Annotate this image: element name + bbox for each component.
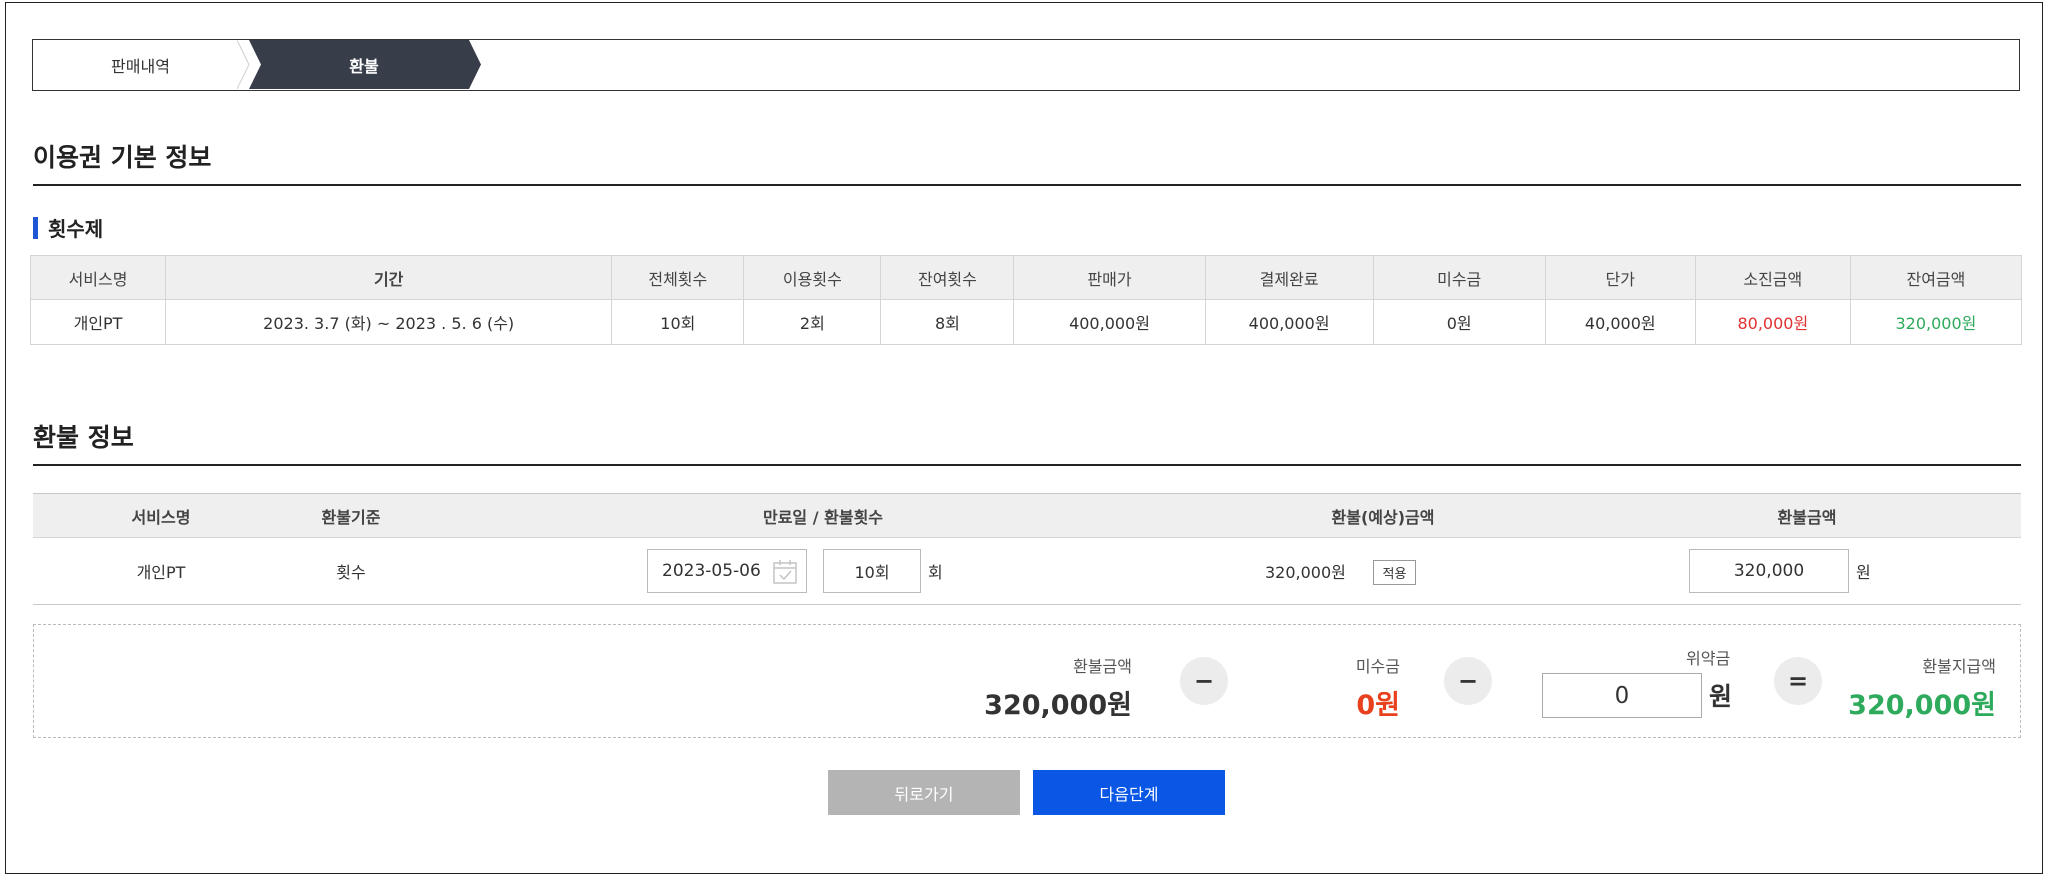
header-period: 기간	[165, 255, 613, 300]
cell-sale-price: 400,000원	[1013, 299, 1206, 345]
penalty-input[interactable]: 0	[1542, 673, 1702, 718]
header-refund-amount: 환불금액	[1777, 507, 1837, 527]
refund-info-divider	[33, 464, 2021, 466]
back-button[interactable]: 뒤로가기	[828, 770, 1020, 815]
cell-consumed-amount: 80,000원	[1694, 299, 1851, 345]
summary-payout-value: 320,000원	[1848, 690, 1996, 721]
header-used-count: 이용횟수	[743, 255, 882, 300]
header-sale-price: 판매가	[1013, 255, 1206, 300]
header-unpaid: 미수금	[1372, 255, 1546, 300]
calendar-icon[interactable]	[772, 559, 798, 585]
step-refund[interactable]: 환불	[249, 40, 479, 89]
refund-info-title: 환불 정보	[33, 423, 134, 452]
table-row: 개인PT 횟수 2023-05-06 10회 회 320,000원 적용 320…	[33, 538, 2021, 605]
estimated-amount: 320,000원	[1265, 563, 1346, 582]
cell-paid: 400,000원	[1204, 299, 1374, 345]
ticket-info-title: 이용권 기본 정보	[33, 143, 212, 172]
cell-remaining-count: 8회	[880, 299, 1015, 345]
table-header-row: 서비스명 기간 전체횟수 이용횟수 잔여횟수 판매가 결제완료 미수금 단가 소…	[29, 255, 2023, 300]
step-indicator: 판매내역 환불	[32, 39, 2020, 91]
minus-icon: −	[1444, 657, 1492, 705]
summary-refund-label: 환불금액	[1073, 657, 1132, 676]
page-frame	[5, 2, 2043, 874]
header-basis: 환불기준	[321, 507, 381, 527]
cell-unpaid: 0원	[1372, 299, 1546, 345]
header-paid: 결제완료	[1204, 255, 1374, 300]
header-service: 서비스명	[29, 255, 167, 300]
subtitle-accent-bar	[33, 216, 38, 239]
refund-amount-unit: 원	[1856, 563, 1871, 582]
summary-penalty-label: 위약금	[1686, 649, 1731, 668]
minus-icon: −	[1180, 657, 1228, 705]
refund-info-table: 서비스명 환불기준 만료일 / 환불횟수 환불(예상)금액 환불금액 개인PT …	[33, 493, 2021, 605]
subtitle-text: 횟수제	[48, 217, 104, 241]
summary-unpaid-value: 0원	[1356, 690, 1400, 721]
cell-remaining-amount: 320,000원	[1849, 299, 2023, 345]
ticket-info-divider	[33, 184, 2021, 186]
cell-basis: 횟수	[336, 563, 366, 582]
refund-amount-input[interactable]: 320,000	[1689, 549, 1849, 593]
cell-used-count: 2회	[743, 299, 882, 345]
summary-payout: 환불지급액 320,000원	[1848, 653, 1996, 722]
refund-count-unit: 회	[928, 563, 943, 582]
header-remaining-amount: 잔여금액	[1849, 255, 2023, 300]
expiry-date-input[interactable]: 2023-05-06	[647, 549, 807, 593]
cell-service: 개인PT	[136, 563, 186, 582]
summary-unpaid: 미수금 0원	[1356, 653, 1400, 722]
refund-table-header: 서비스명 환불기준 만료일 / 환불횟수 환불(예상)금액 환불금액	[33, 493, 2021, 538]
refund-summary: 환불금액 320,000원 − 미수금 0원 − 위약금 0 원 = 환불지급액…	[33, 624, 2021, 738]
equals-icon: =	[1774, 657, 1822, 705]
refund-count-input[interactable]: 10회	[823, 549, 921, 593]
table-row: 개인PT 2023. 3.7 (화) ~ 2023 . 5. 6 (수) 10회…	[29, 299, 2023, 345]
penalty-unit: 원	[1709, 682, 1733, 711]
summary-unpaid-label: 미수금	[1355, 657, 1400, 676]
apply-button[interactable]: 적용	[1373, 560, 1416, 585]
cell-service: 개인PT	[29, 299, 167, 345]
header-estimated-amount: 환불(예상)금액	[1331, 507, 1435, 527]
cell-period: 2023. 3.7 (화) ~ 2023 . 5. 6 (수)	[165, 299, 613, 345]
header-unit-price: 단가	[1544, 255, 1696, 300]
ticket-info-table: 서비스명 기간 전체횟수 이용횟수 잔여횟수 판매가 결제완료 미수금 단가 소…	[29, 255, 2023, 345]
header-expiry-count: 만료일 / 환불횟수	[762, 507, 884, 527]
expiry-date-value: 2023-05-06	[662, 561, 761, 581]
header-consumed-amount: 소진금액	[1694, 255, 1851, 300]
step-sales-history[interactable]: 판매내역	[33, 40, 248, 89]
summary-payout-label: 환불지급액	[1922, 657, 1996, 676]
summary-refund-value: 320,000원	[984, 690, 1132, 721]
header-service: 서비스명	[131, 507, 191, 527]
cell-unit-price: 40,000원	[1544, 299, 1696, 345]
summary-refund-amount: 환불금액 320,000원	[984, 653, 1132, 722]
cell-total-count: 10회	[611, 299, 745, 345]
header-remaining-count: 잔여횟수	[880, 255, 1015, 300]
count-based-subtitle: 횟수제	[33, 213, 103, 242]
header-total-count: 전체횟수	[611, 255, 745, 300]
next-step-button[interactable]: 다음단계	[1033, 770, 1225, 815]
